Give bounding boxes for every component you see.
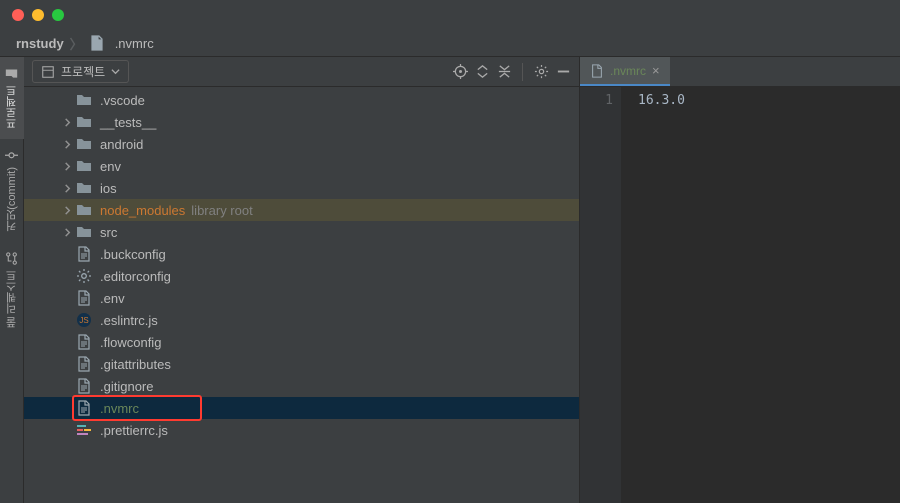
gear-icon [76,268,92,284]
project-sidebar: 프로젝트 .vscode __tests__android env ios node_m… [24,57,580,503]
tree-item-label: .vscode [100,93,145,108]
window-titlebar [0,0,900,30]
tree-item-label: .buckconfig [100,247,166,262]
rail-tab-pull-request[interactable]: 풀 리퀘스트 [0,242,24,338]
tree-item-env[interactable]: .env [24,287,579,309]
tree-item-eslintrcjs[interactable]: JS .eslintrc.js [24,309,579,331]
tree-item-label: .nvmrc [100,401,139,416]
tree-item-label: android [100,137,143,152]
breadcrumb-root[interactable]: rnstudy [16,36,64,51]
tree-item-env[interactable]: env [24,155,579,177]
folder-icon [76,92,92,108]
hide-icon[interactable] [555,64,571,80]
breadcrumb: rnstudy 〉 .nvmrc [0,30,900,56]
chevron-right-icon[interactable] [60,159,74,173]
breadcrumb-file[interactable]: .nvmrc [89,35,154,51]
rail-tab-project[interactable]: 프로젝트 [0,57,24,139]
tree-item-gitattributes[interactable]: .gitattributes [24,353,579,375]
tree-item-label: ios [100,181,117,196]
chevron-right-icon[interactable] [60,225,74,239]
tree-item-label: .editorconfig [100,269,171,284]
settings-icon[interactable] [533,64,549,80]
tree-item-prettierrcjs[interactable]: .prettierrc.js [24,419,579,441]
chevron-right-icon[interactable] [60,137,74,151]
tree-item-label: __tests__ [100,115,156,130]
chevron-right-icon[interactable] [60,203,74,217]
tree-item-gitignore[interactable]: .gitignore [24,375,579,397]
window-maximize-icon[interactable] [52,9,64,21]
folder-icon [76,136,92,152]
tree-item-label: .gitattributes [100,357,171,372]
tree-item-vscode[interactable]: .vscode [24,89,579,111]
folder-icon [76,224,92,240]
tree-item-label: .gitignore [100,379,153,394]
svg-text:JS: JS [79,316,88,325]
folder-icon [76,180,92,196]
tree-item-tests[interactable]: __tests__ [24,111,579,133]
pull-request-icon [5,252,18,265]
tree-item-nodemodules[interactable]: node_modules library root [24,199,579,221]
file-icon [76,334,92,350]
js-file-icon: JS [76,312,92,328]
tree-item-label: src [100,225,117,240]
folder-icon [5,67,18,80]
file-icon [89,35,105,51]
tree-item-flowconfig[interactable]: .flowconfig [24,331,579,353]
file-icon [76,400,92,416]
tree-item-label: .eslintrc.js [100,313,158,328]
tree-item-ios[interactable]: ios [24,177,579,199]
file-icon [590,64,604,78]
chevron-right-icon[interactable] [60,115,74,129]
file-icon [76,378,92,394]
chevron-down-icon [111,67,120,76]
file-icon [76,246,92,262]
folder-icon [76,158,92,174]
commit-icon [5,149,18,162]
code-content[interactable]: 16.3.0 [622,87,900,503]
collapse-all-icon[interactable] [496,64,512,80]
tree-item-src[interactable]: src [24,221,579,243]
tab-close-icon[interactable]: × [652,63,660,78]
rail-tab-commit[interactable]: 커밋(commit) [0,139,24,242]
project-tree[interactable]: .vscode __tests__android env ios node_module… [24,87,579,503]
tool-window-rail: 프로젝트 커밋(commit) 풀 리퀘스트 [0,57,24,503]
editor-body[interactable]: 1 16.3.0 [580,87,900,503]
editor-tab-strip: .nvmrc × [580,57,900,87]
tree-item-label: node_modules [100,203,185,218]
tree-item-label: .prettierrc.js [100,423,168,438]
file-icon [76,356,92,372]
breadcrumb-separator-icon: 〉 [70,34,83,53]
sidebar-header: 프로젝트 [24,57,579,87]
line-number: 1 [580,93,613,108]
tree-item-label: .env [100,291,125,306]
project-view-selector[interactable]: 프로젝트 [32,60,129,83]
editor-tab-nvmrc[interactable]: .nvmrc × [580,57,670,86]
line-gutter: 1 [580,87,622,503]
prettier-file-icon [76,422,92,438]
file-icon [76,290,92,306]
project-icon [41,65,55,79]
tree-item-android[interactable]: android [24,133,579,155]
tree-item-nvmrc[interactable]: .nvmrc [24,397,579,419]
folder-icon [76,114,92,130]
editor-area: .nvmrc × 1 16.3.0 [580,57,900,503]
divider [522,63,523,81]
chevron-right-icon[interactable] [60,181,74,195]
folder-icon [76,202,92,218]
expand-all-icon[interactable] [474,64,490,80]
select-opened-file-icon[interactable] [452,64,468,80]
window-minimize-icon[interactable] [32,9,44,21]
tree-item-hint: library root [191,203,252,218]
tree-item-editorconfig[interactable]: .editorconfig [24,265,579,287]
tree-item-label: .flowconfig [100,335,161,350]
window-close-icon[interactable] [12,9,24,21]
tree-item-buckconfig[interactable]: .buckconfig [24,243,579,265]
tree-item-label: env [100,159,121,174]
